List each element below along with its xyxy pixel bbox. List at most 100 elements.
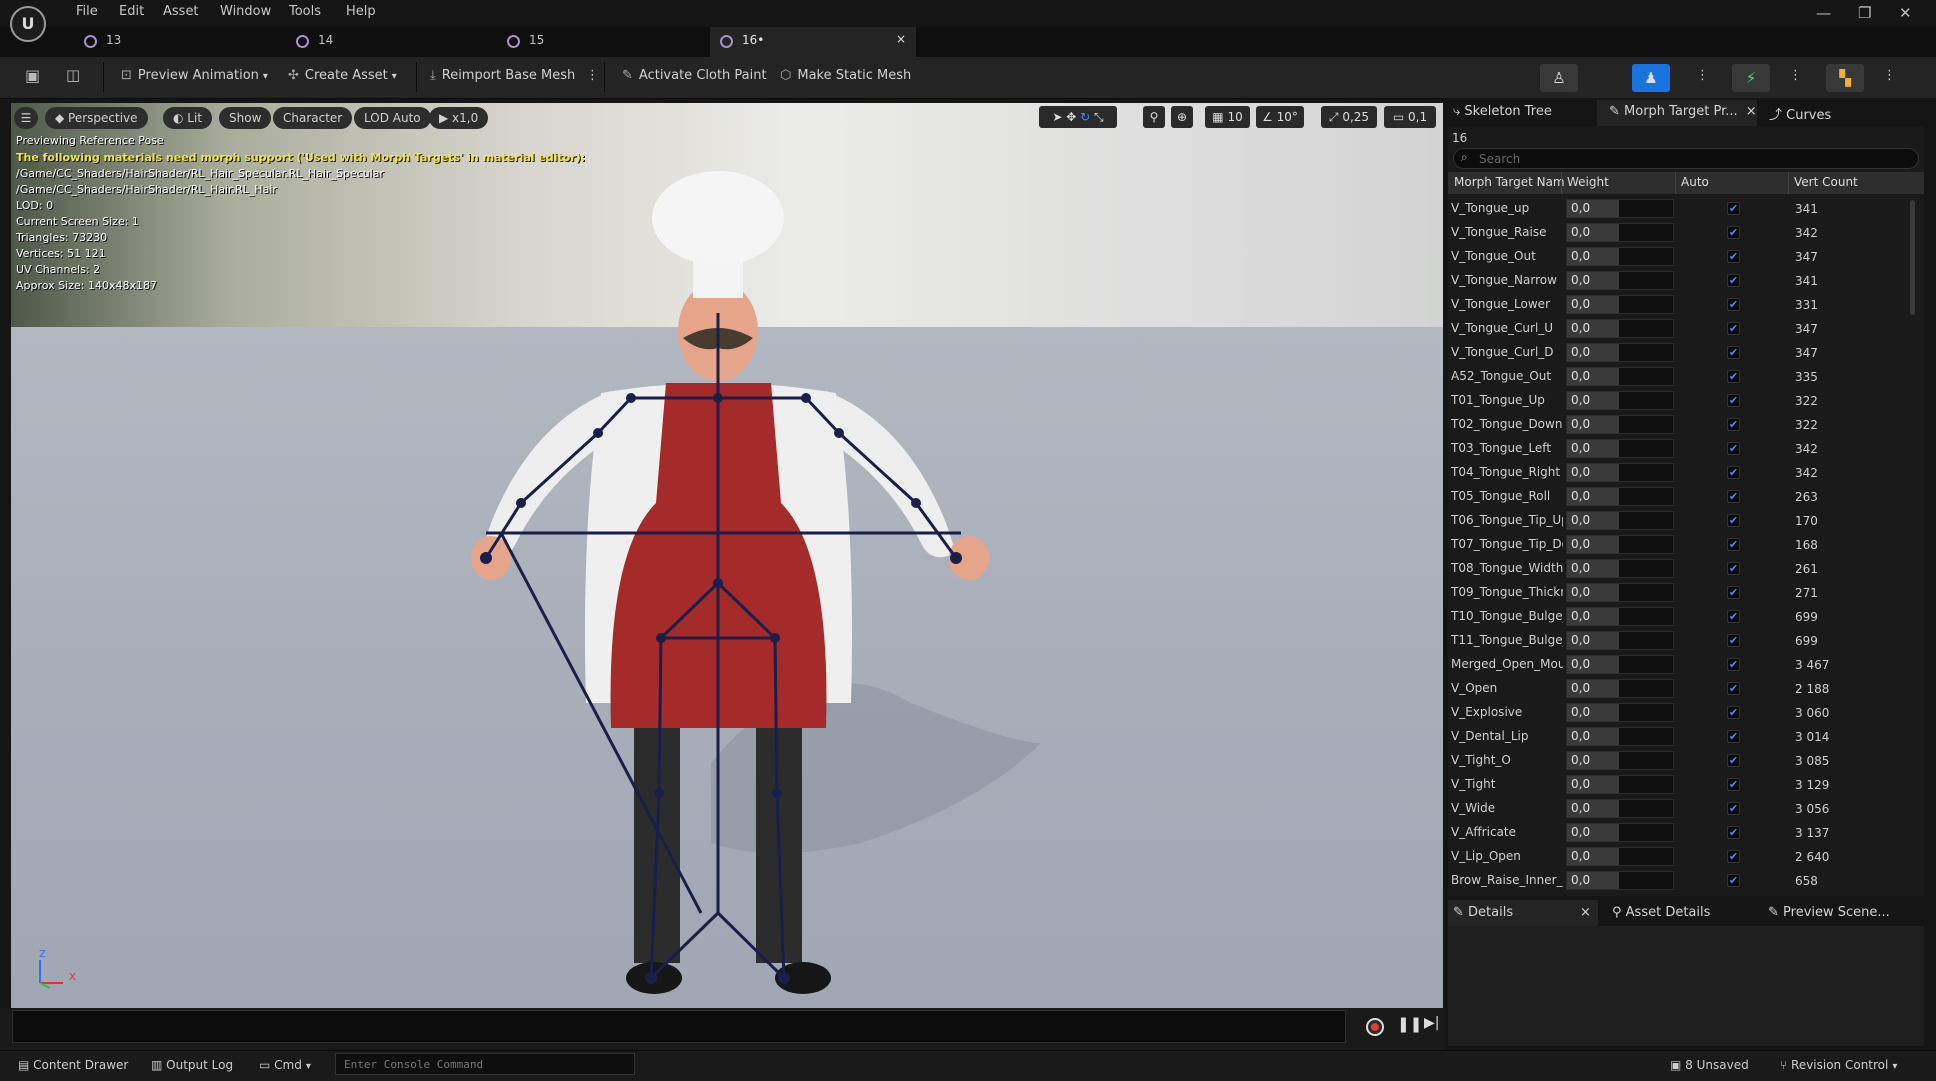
auto-checkbox[interactable]: ✔ bbox=[1727, 538, 1740, 551]
scale-snap-button[interactable]: ⤢ 0,25 bbox=[1321, 106, 1377, 128]
column-header-weight[interactable]: Weight bbox=[1567, 175, 1609, 189]
weight-slider[interactable]: 0,0 bbox=[1566, 607, 1674, 626]
table-row[interactable]: V_Tongue_up 0,0 ✔ 341 bbox=[1448, 197, 1910, 221]
column-header-auto[interactable]: Auto bbox=[1681, 175, 1709, 189]
tab-curves[interactable]: ⤴ Curves bbox=[1769, 104, 1831, 126]
make-static-mesh-button[interactable]: ⬡ Make Static Mesh bbox=[780, 68, 911, 83]
scale-icon[interactable]: ⤡ bbox=[1094, 110, 1104, 124]
play-rate-button[interactable]: ▶ x1,0 bbox=[429, 107, 489, 129]
revision-control-button[interactable]: ⑂ Revision Control ▾ bbox=[1780, 1058, 1897, 1072]
reimport-base-mesh-button[interactable]: ⤓ Reimport Base Mesh bbox=[430, 68, 575, 83]
tab-asset-details[interactable]: ⚲ Asset Details bbox=[1612, 905, 1710, 927]
auto-checkbox[interactable]: ✔ bbox=[1727, 346, 1740, 359]
weight-slider[interactable]: 0,0 bbox=[1566, 199, 1674, 218]
viewport[interactable]: Previewing Reference Pose The following … bbox=[11, 103, 1443, 1008]
restore-icon[interactable]: ❐ bbox=[1858, 4, 1871, 22]
weight-slider[interactable]: 0,0 bbox=[1566, 367, 1674, 386]
surface-snap-icon[interactable]: ⚲ bbox=[1143, 106, 1165, 128]
close-tab-icon[interactable]: × bbox=[1580, 905, 1591, 927]
auto-checkbox[interactable]: ✔ bbox=[1727, 514, 1740, 527]
table-row[interactable]: T11_Tongue_Bulge_ 0,0 ✔ 699 bbox=[1448, 629, 1910, 653]
weight-slider[interactable]: 0,0 bbox=[1566, 559, 1674, 578]
weight-slider[interactable]: 0,0 bbox=[1566, 271, 1674, 290]
weight-slider[interactable]: 0,0 bbox=[1566, 727, 1674, 746]
weight-slider[interactable]: 0,0 bbox=[1566, 535, 1674, 554]
tab-skeleton-tree[interactable]: ⤷ Skeleton Tree bbox=[1453, 104, 1552, 126]
table-row[interactable]: V_Affricate 0,0 ✔ 3 137 bbox=[1448, 821, 1910, 845]
more-options-icon[interactable]: ⋮ bbox=[1789, 68, 1802, 83]
show-button[interactable]: Show bbox=[219, 107, 272, 129]
auto-checkbox[interactable]: ✔ bbox=[1727, 778, 1740, 791]
table-row[interactable]: V_Tongue_Curl_D 0,0 ✔ 347 bbox=[1448, 341, 1910, 365]
weight-slider[interactable]: 0,0 bbox=[1566, 511, 1674, 530]
record-button[interactable] bbox=[1366, 1018, 1384, 1036]
tab-15[interactable]: 15 bbox=[497, 27, 697, 57]
more-options-icon[interactable]: ⋮ bbox=[586, 68, 599, 83]
table-row[interactable]: Brow_Raise_Inner_L 0,0 ✔ 658 bbox=[1448, 869, 1910, 893]
camera-speed-button[interactable]: ▭ 0,1 bbox=[1384, 106, 1436, 128]
auto-checkbox[interactable]: ✔ bbox=[1727, 730, 1740, 743]
table-row[interactable]: T09_Tongue_Thickness 0,0 ✔ 271 bbox=[1448, 581, 1910, 605]
viewport-menu-button[interactable]: ☰ bbox=[14, 107, 38, 129]
table-row[interactable]: T08_Tongue_Width 0,0 ✔ 261 bbox=[1448, 557, 1910, 581]
auto-checkbox[interactable]: ✔ bbox=[1727, 370, 1740, 383]
weight-slider[interactable]: 0,0 bbox=[1566, 775, 1674, 794]
auto-checkbox[interactable]: ✔ bbox=[1727, 298, 1740, 311]
table-row[interactable]: T01_Tongue_Up 0,0 ✔ 322 bbox=[1448, 389, 1910, 413]
blueprint-mode-button[interactable]: ▚ bbox=[1826, 64, 1864, 92]
table-row[interactable]: V_Explosive 0,0 ✔ 3 060 bbox=[1448, 701, 1910, 725]
timeline-track[interactable] bbox=[12, 1010, 1346, 1043]
auto-checkbox[interactable]: ✔ bbox=[1727, 562, 1740, 575]
weight-slider[interactable]: 0,0 bbox=[1566, 679, 1674, 698]
close-window-icon[interactable]: ✕ bbox=[1899, 4, 1912, 22]
column-header-vert-count[interactable]: Vert Count bbox=[1794, 175, 1858, 189]
weight-slider[interactable]: 0,0 bbox=[1566, 487, 1674, 506]
table-row[interactable]: T03_Tongue_Left 0,0 ✔ 342 bbox=[1448, 437, 1910, 461]
menu-tools[interactable]: Tools bbox=[289, 4, 321, 19]
weight-slider[interactable]: 0,0 bbox=[1566, 223, 1674, 242]
table-row[interactable]: T04_Tongue_Right 0,0 ✔ 342 bbox=[1448, 461, 1910, 485]
weight-slider[interactable]: 0,0 bbox=[1566, 415, 1674, 434]
unsaved-button[interactable]: ▣ 8 Unsaved bbox=[1670, 1058, 1749, 1072]
save-icon[interactable]: ▣ bbox=[25, 66, 40, 85]
table-row[interactable]: T07_Tongue_Tip_Down 0,0 ✔ 168 bbox=[1448, 533, 1910, 557]
weight-slider[interactable]: 0,0 bbox=[1566, 343, 1674, 362]
close-tab-icon[interactable]: × bbox=[896, 32, 906, 46]
auto-checkbox[interactable]: ✔ bbox=[1727, 682, 1740, 695]
auto-checkbox[interactable]: ✔ bbox=[1727, 226, 1740, 239]
weight-slider[interactable]: 0,0 bbox=[1566, 655, 1674, 674]
cmd-dropdown[interactable]: ▭ Cmd ▾ bbox=[259, 1058, 311, 1072]
weight-slider[interactable]: 0,0 bbox=[1566, 703, 1674, 722]
weight-slider[interactable]: 0,0 bbox=[1566, 439, 1674, 458]
search-field[interactable]: ⌕ Search bbox=[1453, 148, 1919, 169]
tab-morph-target-preview[interactable]: ✎ Morph Target Pr... × bbox=[1609, 104, 1757, 126]
table-row[interactable]: V_Tongue_Raise 0,0 ✔ 342 bbox=[1448, 221, 1910, 245]
auto-checkbox[interactable]: ✔ bbox=[1727, 874, 1740, 887]
weight-slider[interactable]: 0,0 bbox=[1566, 871, 1674, 890]
weight-slider[interactable]: 0,0 bbox=[1566, 391, 1674, 410]
auto-checkbox[interactable]: ✔ bbox=[1727, 202, 1740, 215]
auto-checkbox[interactable]: ✔ bbox=[1727, 850, 1740, 863]
table-row[interactable]: V_Wide 0,0 ✔ 3 056 bbox=[1448, 797, 1910, 821]
weight-slider[interactable]: 0,0 bbox=[1566, 295, 1674, 314]
menu-edit[interactable]: Edit bbox=[119, 4, 144, 19]
unreal-logo-icon[interactable]: U bbox=[10, 6, 46, 42]
activate-cloth-paint-button[interactable]: ✎ Activate Cloth Paint bbox=[622, 68, 767, 83]
character-button[interactable]: Character bbox=[273, 107, 353, 129]
table-row[interactable]: A52_Tongue_Out 0,0 ✔ 335 bbox=[1448, 365, 1910, 389]
auto-checkbox[interactable]: ✔ bbox=[1727, 418, 1740, 431]
close-tab-icon[interactable]: × bbox=[1746, 104, 1757, 119]
table-row[interactable]: T10_Tongue_Bulge_ 0,0 ✔ 699 bbox=[1448, 605, 1910, 629]
tab-details[interactable]: ✎ Details bbox=[1453, 905, 1513, 927]
more-options-icon[interactable]: ⋮ bbox=[1696, 68, 1709, 83]
auto-checkbox[interactable]: ✔ bbox=[1727, 394, 1740, 407]
table-row[interactable]: V_Dental_Lip 0,0 ✔ 3 014 bbox=[1448, 725, 1910, 749]
skeleton-mode-button[interactable]: ♙ bbox=[1540, 64, 1578, 92]
auto-checkbox[interactable]: ✔ bbox=[1727, 634, 1740, 647]
console-command-input[interactable] bbox=[335, 1053, 635, 1075]
column-header-name[interactable]: Morph Target Nam bbox=[1454, 175, 1565, 189]
tab-14[interactable]: 14 bbox=[286, 27, 486, 57]
menu-asset[interactable]: Asset bbox=[163, 4, 199, 19]
weight-slider[interactable]: 0,0 bbox=[1566, 847, 1674, 866]
auto-checkbox[interactable]: ✔ bbox=[1727, 658, 1740, 671]
